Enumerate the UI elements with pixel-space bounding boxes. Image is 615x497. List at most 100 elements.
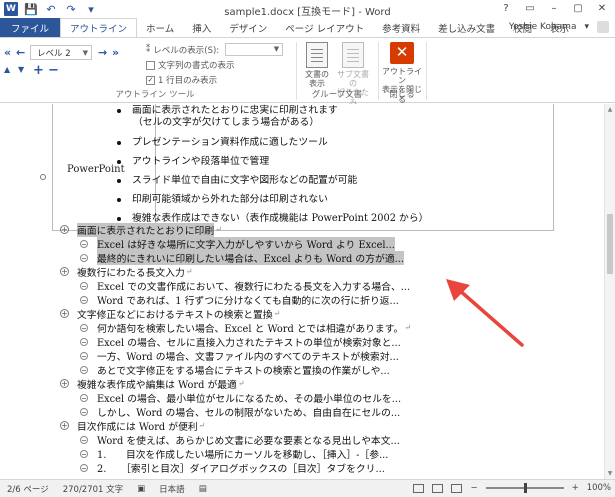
outline-heading[interactable]: + 文字修正などにおけるテキストの検索と置換 ↵ (60, 306, 280, 321)
outline-body[interactable]: Word であれば、1 行ずつに分けなくても自動的に次の行に折り返... (80, 292, 399, 307)
scrollbar-thumb[interactable] (607, 214, 613, 274)
minimize-button[interactable]: – (543, 1, 565, 16)
qat-more-icon[interactable]: ▾ (84, 3, 98, 16)
redo-icon[interactable]: ↷ (64, 3, 78, 16)
promote-icon[interactable]: ← (16, 46, 25, 59)
demote-icon[interactable]: → (98, 46, 107, 59)
close-outline-icon: ✕ (390, 42, 414, 64)
close-window-button[interactable]: ✕ (591, 1, 613, 16)
body-text-icon[interactable] (80, 239, 88, 248)
title-bar: W 💾 ↶ ↷ ▾ sample1.docx [互換モード] - Word ? … (0, 0, 615, 18)
body-text-icon[interactable] (80, 281, 88, 290)
language[interactable]: 日本語 (152, 483, 192, 495)
first-line-row[interactable]: ✓ 1 行目のみ表示 (146, 74, 217, 86)
body-text-icon[interactable] (80, 253, 88, 262)
word-count[interactable]: 270/2701 文字 (56, 483, 130, 495)
expand-heading-icon[interactable]: + (60, 421, 69, 430)
tab-mailings[interactable]: 差し込み文書 (429, 18, 504, 37)
body-text-icon[interactable] (80, 463, 88, 472)
show-document-label: 文書の 表示 (305, 70, 329, 89)
expand-heading-icon[interactable]: + (60, 309, 69, 318)
zoom-slider[interactable] (485, 483, 564, 493)
body-text-icon[interactable] (80, 393, 88, 402)
tab-file[interactable]: ファイル (0, 18, 61, 37)
tab-home[interactable]: ホーム (137, 18, 183, 37)
table-line: アウトラインや段落単位で管理 (117, 153, 269, 167)
body-text-icon[interactable] (80, 323, 88, 332)
show-format-checkbox[interactable] (146, 60, 155, 70)
user-account[interactable]: Yoshie Kohama ▾ (509, 21, 609, 33)
web-layout-icon[interactable] (451, 483, 463, 493)
expand-heading-icon[interactable]: + (60, 379, 69, 388)
ribbon-display-button[interactable]: ▭ (519, 1, 541, 16)
maximize-button[interactable]: ▢ (567, 1, 589, 16)
tab-insert[interactable]: 挿入 (183, 18, 220, 37)
outline-body[interactable]: 2. ［索引と目次］ダイアログボックスの［目次］タブをクリ... (80, 460, 385, 475)
zoom-in-button[interactable]: + (572, 483, 579, 493)
bullet-icon (117, 108, 121, 113)
outline-body[interactable]: Word を使えば、あらかじめ文書に必要な要素となる見出しや本文... (80, 432, 400, 447)
outline-heading[interactable]: + 複数行にわたる長文入力 ↵ (60, 264, 192, 279)
group-divider (378, 42, 379, 100)
show-level-select[interactable]: ▼ (225, 43, 284, 56)
outline-heading[interactable]: + 目次作成には Word が便利 ↵ (60, 418, 205, 433)
outline-body[interactable]: 一方、Word の場合、文書ファイル内のすべてのテキストが検索対... (80, 348, 399, 363)
help-button[interactable]: ? (495, 1, 517, 16)
outline-body[interactable]: 最終的にきれいに印刷したい場合は、Excel よりも Word の方が適... (80, 250, 404, 265)
body-text-icon[interactable] (80, 295, 88, 304)
expand-heading-icon[interactable]: + (60, 267, 69, 276)
print-layout-icon[interactable] (432, 483, 444, 493)
outline-heading[interactable]: + 複雑な表作成や編集は Word が最適 ↵ (60, 376, 245, 391)
tab-page-layout[interactable]: ページ レイアウト (276, 18, 373, 37)
bullet-icon (117, 178, 121, 183)
master-document-group-label: グループ文書 (311, 90, 363, 100)
show-format-label: 文字列の書式の表示 (158, 61, 235, 71)
vertical-scrollbar[interactable]: ▲ ▼ (604, 104, 615, 479)
outline-body[interactable]: Excel の場合、最小単位がセルになるため、その最小単位のセルを... (80, 390, 401, 405)
move-up-icon[interactable]: ▲ (4, 65, 10, 74)
outline-body[interactable]: Excel は好きな場所に文字入力がしやすいから Word より Excel..… (80, 236, 395, 251)
body-text-icon[interactable] (80, 407, 88, 416)
subdocument-icon (342, 42, 364, 68)
expand-icon[interactable]: + (33, 63, 44, 78)
body-text-icon[interactable] (80, 337, 88, 346)
body-text-icon[interactable] (80, 435, 88, 444)
outline-heading[interactable]: + 画面に表示されたとおりに印刷 ↵ (60, 222, 222, 237)
outline-body[interactable]: Excel の場合、セルに直接入力されたテキストの単位が検索対象と... (80, 334, 401, 349)
collapse-icon[interactable]: − (48, 63, 59, 78)
proofing-icon[interactable]: ▣ (130, 484, 152, 494)
tab-references[interactable]: 参考資料 (373, 18, 429, 37)
ribbon-outline-tools: « ← レベル 2 ▼ → » ▲ ▼ + − ⁑ レベルの表示(S): ▼ 文… (0, 37, 615, 107)
undo-icon[interactable]: ↶ (44, 3, 58, 16)
outline-body[interactable]: 1. 目次を作成したい場所にカーソルを移動し、［挿入］-［参... (80, 446, 388, 461)
body-text-icon[interactable] (80, 351, 88, 360)
table-row-handle-icon[interactable] (40, 174, 46, 180)
window-controls: ? ▭ – ▢ ✕ (495, 1, 613, 16)
word-app-icon[interactable]: W (4, 2, 18, 16)
show-format-row[interactable]: 文字列の書式の表示 (146, 59, 235, 71)
demote-to-body-icon[interactable]: » (112, 46, 119, 59)
expand-heading-icon[interactable]: + (60, 225, 69, 234)
save-icon[interactable]: 💾 (24, 3, 38, 16)
outline-body[interactable]: Excel での文書作成において、複数行にわたる長文を入力する場合、... (80, 278, 410, 293)
scroll-down-icon[interactable]: ▼ (605, 470, 615, 477)
zoom-out-button[interactable]: − (470, 483, 477, 493)
outline-body[interactable]: 何か語句を検索したい場合、Excel と Word とでは相違があります。 ↵ (80, 320, 411, 335)
page-count[interactable]: 2/6 ページ (0, 483, 56, 495)
macro-record-icon[interactable]: ▤ (192, 484, 214, 494)
promote-to-heading1-icon[interactable]: « (4, 46, 11, 59)
body-text-icon[interactable] (80, 365, 88, 374)
scroll-up-icon[interactable]: ▲ (605, 106, 615, 113)
tab-outline[interactable]: アウトライン (60, 18, 138, 37)
tab-design[interactable]: デザイン (220, 18, 276, 37)
first-line-label: 1 行目のみ表示 (158, 76, 218, 86)
outline-body[interactable]: しかし、Word の場合、セルの制限がないため、自由自在にセルの... (80, 404, 400, 419)
first-line-checkbox[interactable]: ✓ (146, 75, 155, 85)
move-down-icon[interactable]: ▼ (18, 65, 24, 74)
body-text-icon[interactable] (80, 449, 88, 458)
zoom-level[interactable]: 100% (587, 483, 611, 493)
read-mode-icon[interactable] (413, 483, 425, 493)
outline-level-select[interactable]: レベル 2 ▼ (30, 45, 92, 60)
outline-body[interactable]: あとで文字修正をする場合にテキストの検索と置換の作業がしや... (80, 362, 390, 377)
show-document-button[interactable]: 文書の 表示 (300, 42, 334, 88)
